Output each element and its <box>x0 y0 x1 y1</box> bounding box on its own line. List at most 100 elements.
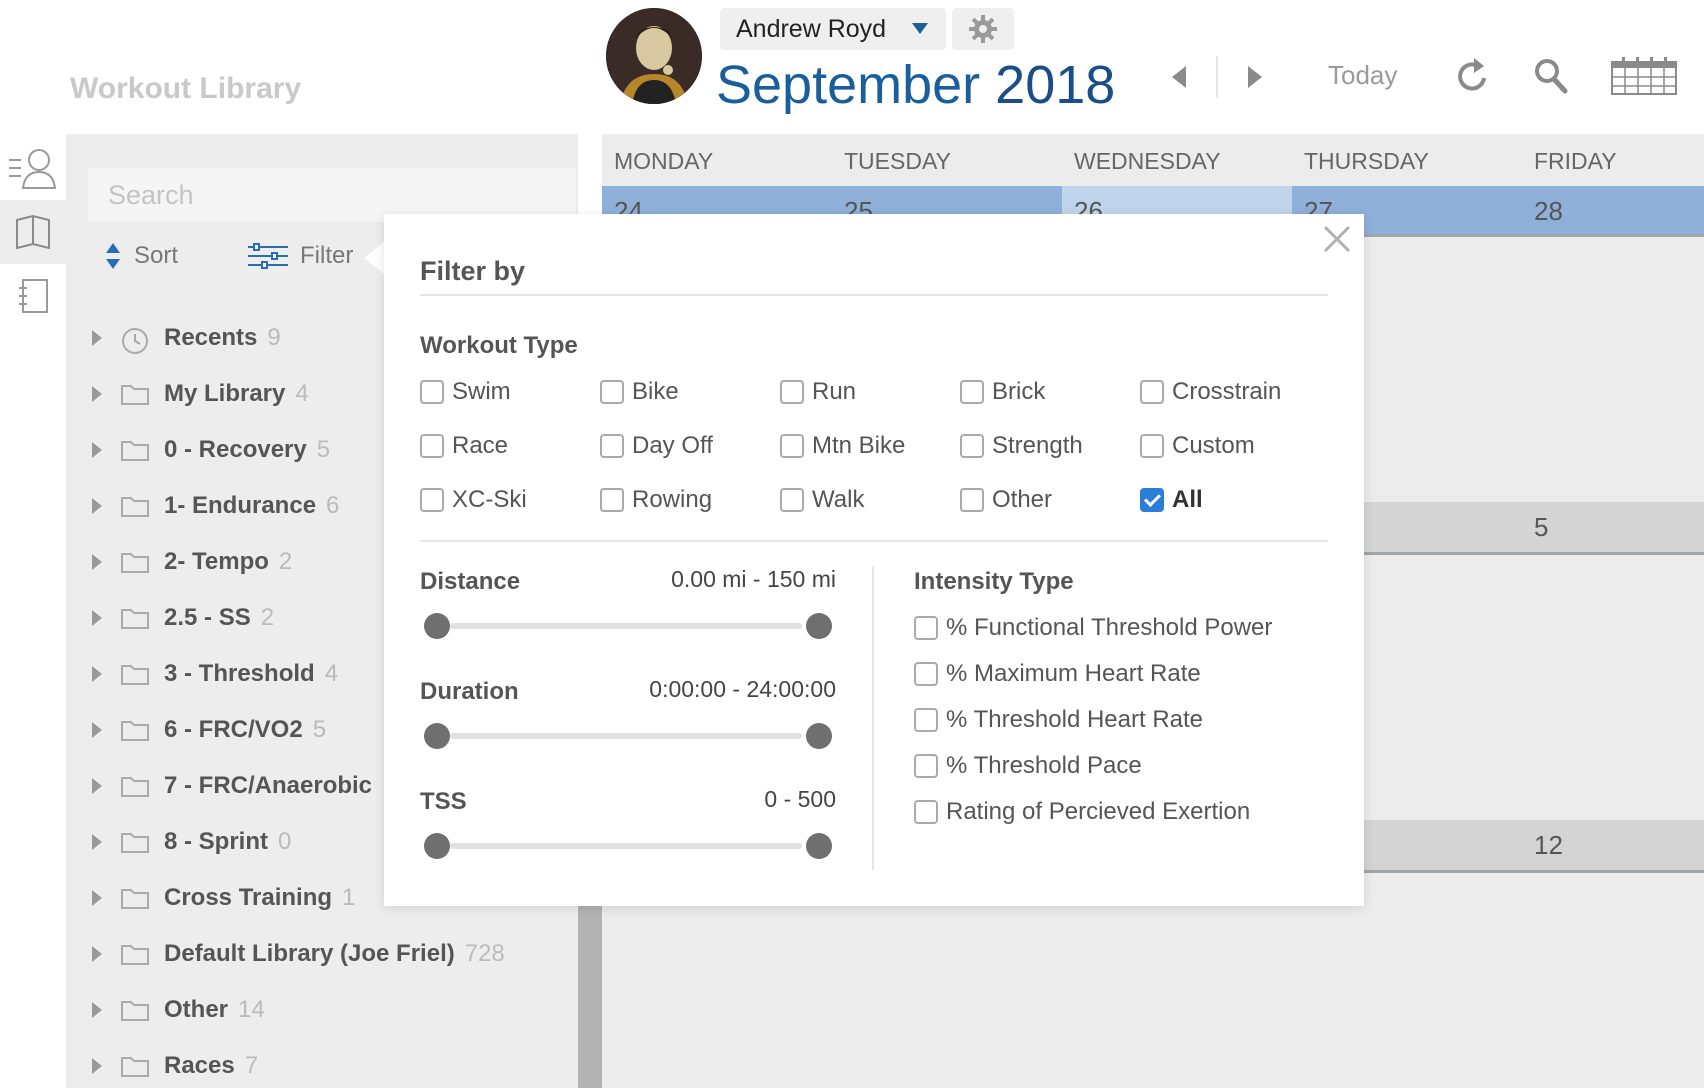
checkbox-icon[interactable] <box>420 434 444 458</box>
checkbox-icon[interactable] <box>914 800 938 824</box>
day-cell-12[interactable]: 12 <box>1522 820 1704 870</box>
checkbox-icon[interactable] <box>780 434 804 458</box>
checkbox-icon[interactable] <box>780 488 804 512</box>
library-folder[interactable]: 3 - Threshold 4 <box>92 654 338 694</box>
user-select[interactable]: Andrew Royd <box>720 8 946 50</box>
workout-type-checkbox[interactable]: XC-Ski <box>420 486 527 514</box>
checkbox-icon[interactable] <box>600 488 624 512</box>
expand-triangle-icon[interactable] <box>92 778 102 794</box>
workout-type-checkbox[interactable]: All <box>1140 486 1203 514</box>
checkbox-icon[interactable] <box>960 380 984 404</box>
range-slider-max-handle[interactable] <box>806 833 832 859</box>
workout-type-checkbox[interactable]: Day Off <box>600 432 713 460</box>
day-cell-5[interactable]: 5 <box>1522 502 1704 552</box>
workout-library-icon[interactable] <box>0 200 66 264</box>
workout-type-checkbox[interactable]: Brick <box>960 378 1045 406</box>
checkbox-icon[interactable] <box>914 708 938 732</box>
library-folder[interactable]: Recents 9 <box>92 318 281 358</box>
library-folder[interactable]: Other 14 <box>92 990 265 1030</box>
workout-type-checkbox[interactable]: Custom <box>1140 432 1255 460</box>
range-slider-min-handle[interactable] <box>424 613 450 639</box>
today-button[interactable]: Today <box>1328 60 1397 91</box>
next-month-icon[interactable] <box>1248 66 1262 88</box>
intensity-type-checkbox[interactable]: % Maximum Heart Rate <box>914 660 1201 688</box>
month-title: September 2018 <box>716 54 1115 116</box>
avatar[interactable] <box>606 8 702 104</box>
day-cell-28[interactable]: 28 <box>1522 186 1704 236</box>
checkbox-icon[interactable] <box>600 380 624 404</box>
expand-triangle-icon[interactable] <box>92 834 102 850</box>
checkbox-icon[interactable] <box>960 488 984 512</box>
workout-type-checkbox[interactable]: Mtn Bike <box>780 432 905 460</box>
expand-triangle-icon[interactable] <box>92 610 102 626</box>
sort-button[interactable]: Sort <box>106 242 178 270</box>
intensity-type-checkbox[interactable]: Rating of Percieved Exertion <box>914 798 1250 826</box>
expand-triangle-icon[interactable] <box>92 330 102 346</box>
settings-button[interactable] <box>952 8 1014 50</box>
range-slider-min-handle[interactable] <box>424 723 450 749</box>
library-folder[interactable]: 6 - FRC/VO2 5 <box>92 710 326 750</box>
checkbox-icon[interactable] <box>1140 380 1164 404</box>
workout-type-checkbox[interactable]: Other <box>960 486 1052 514</box>
checkbox-icon[interactable] <box>420 380 444 404</box>
library-folder[interactable]: 2.5 - SS 2 <box>92 598 274 638</box>
workout-type-checkbox[interactable]: Rowing <box>600 486 712 514</box>
expand-triangle-icon[interactable] <box>92 554 102 570</box>
expand-triangle-icon[interactable] <box>92 498 102 514</box>
intensity-type-checkbox[interactable]: % Threshold Pace <box>914 752 1142 780</box>
prev-month-icon[interactable] <box>1172 66 1186 88</box>
folder-icon <box>120 494 150 518</box>
checkbox-icon[interactable] <box>1140 434 1164 458</box>
library-folder[interactable]: 7 - FRC/Anaerobic <box>92 766 382 806</box>
expand-triangle-icon[interactable] <box>92 1058 102 1074</box>
close-icon[interactable] <box>1322 224 1352 254</box>
checkbox-checked-icon[interactable] <box>1140 488 1164 512</box>
intensity-type-checkbox[interactable]: % Threshold Heart Rate <box>914 706 1203 734</box>
workout-type-checkbox[interactable]: Bike <box>600 378 679 406</box>
library-folder[interactable]: Default Library (Joe Friel) 728 <box>92 934 505 974</box>
library-folder[interactable]: 1- Endurance 6 <box>92 486 339 526</box>
library-folder[interactable]: My Library 4 <box>92 374 309 414</box>
range-slider-track[interactable] <box>450 843 802 849</box>
divider <box>872 566 874 870</box>
folder-icon <box>120 550 150 574</box>
checkbox-icon[interactable] <box>780 380 804 404</box>
expand-triangle-icon[interactable] <box>92 890 102 906</box>
notebook-icon[interactable] <box>0 264 66 328</box>
library-folder[interactable]: 8 - Sprint 0 <box>92 822 291 862</box>
checkbox-icon[interactable] <box>914 616 938 640</box>
checkbox-icon[interactable] <box>420 488 444 512</box>
expand-triangle-icon[interactable] <box>92 1002 102 1018</box>
library-folder[interactable]: 2- Tempo 2 <box>92 542 292 582</box>
checkbox-icon[interactable] <box>600 434 624 458</box>
filter-button[interactable]: Filter <box>248 242 353 270</box>
expand-triangle-icon[interactable] <box>92 386 102 402</box>
expand-triangle-icon[interactable] <box>92 722 102 738</box>
range-slider-track[interactable] <box>450 623 802 629</box>
workout-type-checkbox[interactable]: Crosstrain <box>1140 378 1281 406</box>
range-slider-max-handle[interactable] <box>806 723 832 749</box>
workout-type-checkbox[interactable]: Swim <box>420 378 511 406</box>
range-slider-track[interactable] <box>450 733 802 739</box>
library-folder[interactable]: Cross Training 1 <box>92 878 355 918</box>
athlete-list-icon[interactable] <box>0 136 66 200</box>
library-scrollbar[interactable] <box>578 906 602 1088</box>
workout-type-checkbox[interactable]: Run <box>780 378 856 406</box>
expand-triangle-icon[interactable] <box>92 946 102 962</box>
checkbox-icon[interactable] <box>914 662 938 686</box>
expand-triangle-icon[interactable] <box>92 666 102 682</box>
workout-type-checkbox[interactable]: Walk <box>780 486 864 514</box>
library-folder[interactable]: Races 7 <box>92 1046 258 1086</box>
intensity-type-checkbox[interactable]: % Functional Threshold Power <box>914 614 1272 642</box>
calendar-icon[interactable] <box>1610 56 1678 96</box>
workout-type-checkbox[interactable]: Strength <box>960 432 1083 460</box>
expand-triangle-icon[interactable] <box>92 442 102 458</box>
range-slider-min-handle[interactable] <box>424 833 450 859</box>
library-folder[interactable]: 0 - Recovery 5 <box>92 430 330 470</box>
checkbox-icon[interactable] <box>914 754 938 778</box>
refresh-icon[interactable] <box>1454 56 1490 96</box>
search-icon[interactable] <box>1534 58 1568 94</box>
workout-type-checkbox[interactable]: Race <box>420 432 508 460</box>
checkbox-icon[interactable] <box>960 434 984 458</box>
range-slider-max-handle[interactable] <box>806 613 832 639</box>
